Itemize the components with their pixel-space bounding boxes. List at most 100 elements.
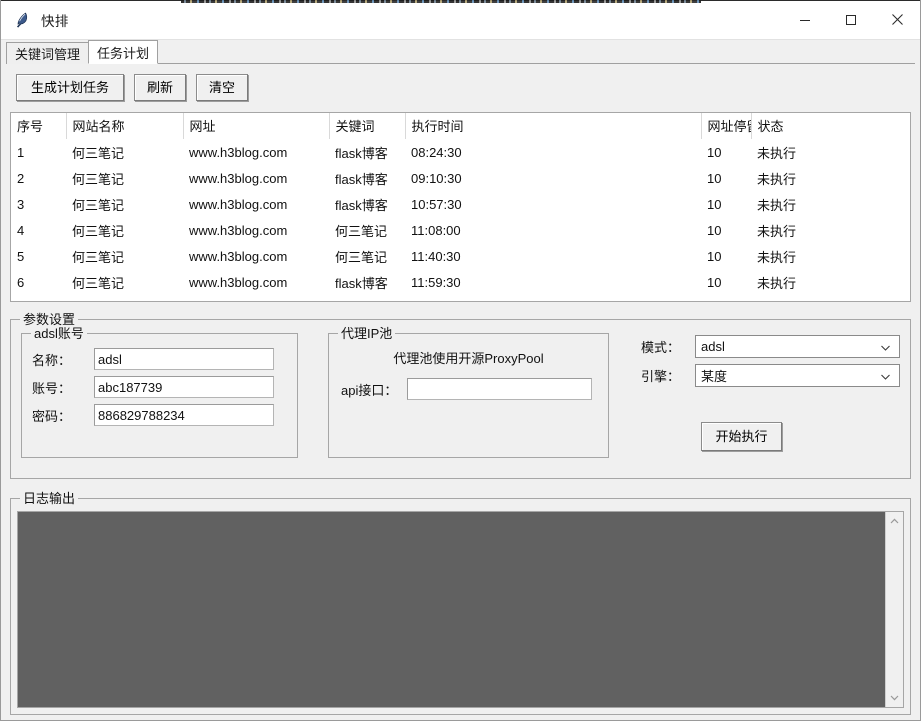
tab-keyword-management[interactable]: 关键词管理 xyxy=(6,42,90,64)
cell-exec-time: 11:08:00 xyxy=(411,222,461,238)
cell-url: www.h3blog.com xyxy=(189,144,288,160)
title-bar: 快排 xyxy=(1,0,920,40)
parameter-settings-title: 参数设置 xyxy=(20,312,79,327)
tab-label: 任务计划 xyxy=(97,45,150,61)
adsl-name-input[interactable] xyxy=(94,348,274,370)
clear-button[interactable]: 清空 xyxy=(196,74,249,101)
feather-icon xyxy=(13,11,31,29)
cell-index: 3 xyxy=(17,196,25,212)
adsl-account-title: adsl账号 xyxy=(31,326,87,341)
cell-site: 何三笔记 xyxy=(72,171,125,187)
maximize-button[interactable] xyxy=(828,0,874,39)
mode-row: 模式： adsl xyxy=(641,335,900,358)
column-header-status[interactable]: 状态 xyxy=(751,113,910,139)
cell-site: 何三笔记 xyxy=(72,223,125,239)
log-output-box xyxy=(17,511,904,708)
title-bar-left: 快排 xyxy=(1,10,69,30)
execute-button-wrap: 开始执行 xyxy=(641,422,900,451)
proxy-ip-pool-title: 代理IP池 xyxy=(338,326,396,341)
cell-index: 1 xyxy=(17,144,25,160)
cell-exec-time: 09:10:30 xyxy=(411,170,462,186)
engine-value: 某度 xyxy=(701,369,728,384)
column-header-index[interactable]: 序号 xyxy=(11,113,67,139)
adsl-password-label: 密码： xyxy=(32,408,72,424)
mode-value: adsl xyxy=(701,339,725,354)
cell-url: www.h3blog.com xyxy=(189,248,288,264)
cell-status: 未执行 xyxy=(757,249,797,265)
table-row[interactable]: 2 何三笔记 www.h3blog.com flask博客 09:10:30 1… xyxy=(11,165,910,191)
table-row[interactable]: 1 何三笔记 www.h3blog.com flask博客 08:24:30 1… xyxy=(11,139,910,165)
start-execute-button[interactable]: 开始执行 xyxy=(701,422,782,451)
app-window: 快排 关键词管理 任务计划 生成计划任务 刷新 清空 序号 网站名称 网址 关键… xyxy=(0,0,921,721)
mode-select[interactable]: adsl xyxy=(695,335,900,358)
cell-url: www.h3blog.com xyxy=(189,196,288,212)
column-header-stay-time[interactable]: 网址停留时 xyxy=(701,113,752,139)
toolbar: 生成计划任务 刷新 清空 xyxy=(6,64,915,112)
cell-url: www.h3blog.com xyxy=(189,170,288,186)
chevron-up-icon[interactable] xyxy=(888,515,901,528)
cell-status: 未执行 xyxy=(757,171,797,187)
mode-label: 模式： xyxy=(641,340,681,355)
cell-stay-time: 10 xyxy=(707,170,722,186)
minimize-button[interactable] xyxy=(782,0,828,39)
adsl-account-row: 账号： xyxy=(32,376,297,398)
table-row[interactable]: 4 何三笔记 www.h3blog.com 何三笔记 11:08:00 10 未… xyxy=(11,217,910,243)
cell-status: 未执行 xyxy=(757,223,797,239)
content-pane: 生成计划任务 刷新 清空 序号 网站名称 网址 关键词 执行时间 网址停留时 状… xyxy=(1,64,920,720)
table-row[interactable]: 3 何三笔记 www.h3blog.com flask博客 10:57:30 1… xyxy=(11,191,910,217)
refresh-button[interactable]: 刷新 xyxy=(134,74,187,101)
cell-stay-time: 10 xyxy=(707,248,722,264)
table-row[interactable]: 6 何三笔记 www.h3blog.com flask博客 11:59:30 1… xyxy=(11,269,910,295)
generate-task-button[interactable]: 生成计划任务 xyxy=(16,74,125,101)
adsl-name-row: 名称： xyxy=(32,348,297,370)
top-artifact-strip xyxy=(181,0,701,3)
cell-index: 2 xyxy=(17,170,25,186)
table-header-row: 序号 网站名称 网址 关键词 执行时间 网址停留时 状态 xyxy=(11,113,910,139)
chevron-down-icon[interactable] xyxy=(888,691,901,704)
cell-status: 未执行 xyxy=(757,145,797,161)
adsl-password-input[interactable] xyxy=(94,404,274,426)
tab-task-schedule[interactable]: 任务计划 xyxy=(88,40,159,64)
cell-index: 6 xyxy=(17,274,25,290)
cell-keyword: flask博客 xyxy=(335,145,388,161)
cell-site: 何三笔记 xyxy=(72,145,125,161)
column-header-site[interactable]: 网站名称 xyxy=(66,113,184,139)
proxy-api-input[interactable] xyxy=(407,378,592,400)
engine-row: 引擎： 某度 xyxy=(641,364,900,387)
cell-status: 未执行 xyxy=(757,197,797,213)
log-scrollbar[interactable] xyxy=(886,512,903,707)
log-output-title: 日志输出 xyxy=(20,491,79,506)
window-controls xyxy=(782,0,920,39)
proxy-api-label: api接口： xyxy=(341,382,398,398)
adsl-account-input[interactable] xyxy=(94,376,274,398)
cell-exec-time: 10:57:30 xyxy=(411,196,462,212)
cell-stay-time: 10 xyxy=(707,222,722,238)
cell-url: www.h3blog.com xyxy=(189,274,288,290)
adsl-account-group: adsl账号 名称： 账号： 密码： xyxy=(21,326,298,458)
close-button[interactable] xyxy=(874,0,920,39)
column-header-exec-time[interactable]: 执行时间 xyxy=(405,113,702,139)
chevron-down-icon xyxy=(880,341,891,352)
cell-site: 何三笔记 xyxy=(72,197,125,213)
proxy-ip-pool-group: 代理IP池 代理池使用开源ProxyPool api接口： xyxy=(328,326,609,458)
tab-strip: 关键词管理 任务计划 xyxy=(1,40,920,64)
proxy-api-row: api接口： xyxy=(329,378,608,400)
column-header-url[interactable]: 网址 xyxy=(183,113,330,139)
log-output-text[interactable] xyxy=(18,512,886,707)
cell-url: www.h3blog.com xyxy=(189,222,288,238)
parameter-settings-group: 参数设置 adsl账号 名称： 账号： 密码： xyxy=(10,312,911,479)
adsl-account-label: 账号： xyxy=(32,380,72,396)
execution-controls: 模式： adsl 引擎： 某度 开始执行 xyxy=(641,333,900,458)
adsl-password-row: 密码： xyxy=(32,404,297,426)
cell-keyword: 何三笔记 xyxy=(335,223,388,239)
parameter-settings-body: adsl账号 名称： 账号： 密码： 代 xyxy=(11,320,910,458)
column-header-keyword[interactable]: 关键词 xyxy=(329,113,406,139)
cell-keyword: flask博客 xyxy=(335,171,388,187)
adsl-name-label: 名称： xyxy=(32,352,72,368)
window-title: 快排 xyxy=(41,13,69,29)
cell-keyword: 何三笔记 xyxy=(335,249,388,265)
engine-select[interactable]: 某度 xyxy=(695,364,900,387)
table-row[interactable]: 5 何三笔记 www.h3blog.com 何三笔记 11:40:30 10 未… xyxy=(11,243,910,269)
cell-index: 4 xyxy=(17,222,25,238)
task-table[interactable]: 序号 网站名称 网址 关键词 执行时间 网址停留时 状态 1 何三笔记 www.… xyxy=(10,112,911,302)
